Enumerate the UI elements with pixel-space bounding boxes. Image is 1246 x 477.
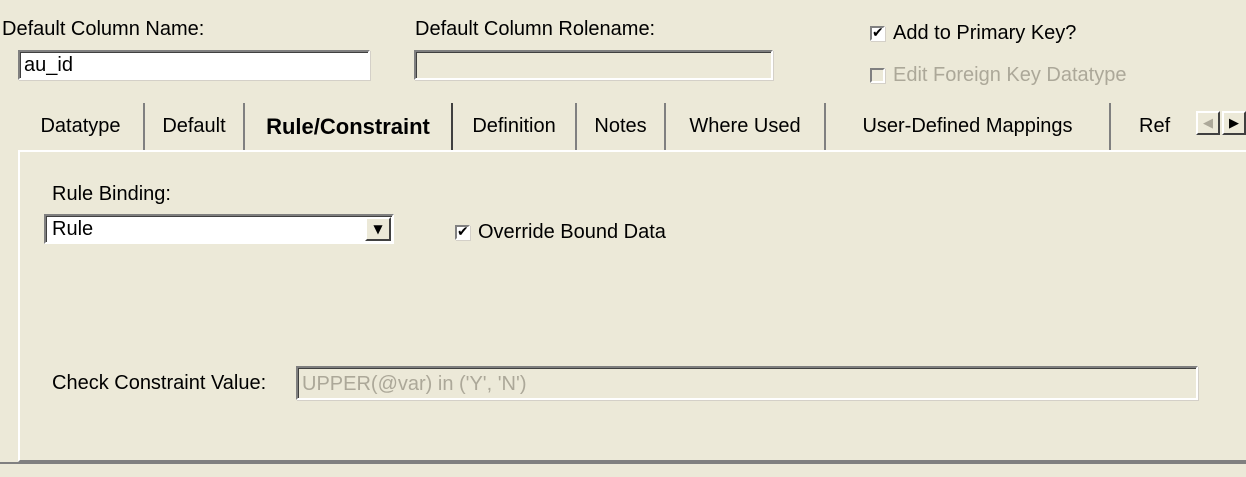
rule-constraint-panel [18,150,1246,462]
scroll-right-icon[interactable]: ▶ [1222,111,1246,135]
rolename-input[interactable] [414,50,773,80]
rule-binding-label: Rule Binding: [52,183,171,205]
checkmark-icon: ✔ [455,224,470,240]
tab-user-defined-mappings[interactable]: User-Defined Mappings [826,103,1111,150]
add-to-primary-key-label: Add to Primary Key? [893,22,1077,44]
edit-foreign-key-checkbox[interactable]: Edit Foreign Key Datatype [870,64,1126,87]
tab-ref[interactable]: Ref [1111,103,1181,150]
empty-checkbox-icon [870,68,885,83]
column-name-input[interactable]: au_id [18,50,370,80]
tab-strip: Datatype Default Rule/Constraint Definit… [18,103,1181,150]
tab-definition[interactable]: Definition [453,103,577,150]
tab-where-used[interactable]: Where Used [666,103,826,150]
tab-datatype[interactable]: Datatype [18,103,145,150]
tab-default[interactable]: Default [145,103,245,150]
check-constraint-input[interactable]: UPPER(@var) in ('Y', 'N') [296,366,1198,400]
edit-foreign-key-label: Edit Foreign Key Datatype [893,64,1127,86]
column-name-label: Default Column Name: [2,18,205,40]
tab-notes[interactable]: Notes [577,103,666,150]
bottom-divider [0,462,1246,464]
checkmark-icon: ✔ [870,25,885,41]
rule-binding-select[interactable]: Rule ▼ [44,214,394,244]
add-to-primary-key-checkbox[interactable]: ✔ Add to Primary Key? [870,22,1076,45]
rule-binding-value: Rule [52,218,94,240]
check-constraint-value: UPPER(@var) in ('Y', 'N') [302,373,527,395]
override-bound-data-label: Override Bound Data [478,221,666,243]
chevron-down-icon[interactable]: ▼ [365,217,391,241]
check-constraint-label: Check Constraint Value: [52,372,267,394]
rolename-label: Default Column Rolename: [415,18,656,40]
column-name-value: au_id [24,54,73,76]
scroll-left-icon[interactable]: ◀ [1196,111,1220,135]
override-bound-data-checkbox[interactable]: ✔ Override Bound Data [455,221,666,244]
tab-rule-constraint[interactable]: Rule/Constraint [245,103,453,150]
